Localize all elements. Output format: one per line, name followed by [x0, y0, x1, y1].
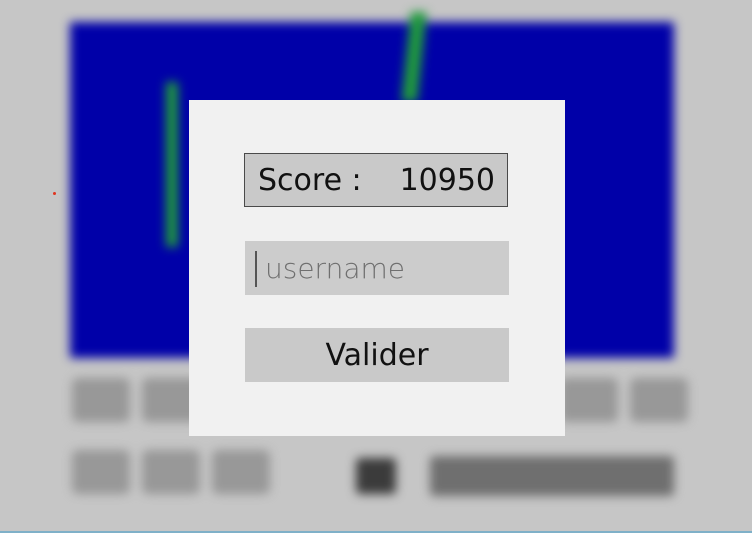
game-tile: [72, 378, 130, 422]
tile-row: [72, 450, 270, 494]
score-display: Score : 10950: [244, 153, 508, 207]
game-tile: [72, 450, 130, 494]
score-value: 10950: [399, 162, 495, 198]
red-dot: [53, 192, 56, 195]
game-tile: [142, 450, 200, 494]
green-beam: [401, 12, 427, 102]
game-tile: [560, 378, 618, 422]
game-tile: [212, 450, 270, 494]
username-input[interactable]: [245, 241, 509, 295]
game-tile: [630, 378, 688, 422]
validate-button[interactable]: Valider: [245, 328, 509, 382]
green-beam: [166, 82, 178, 247]
score-label: Score :: [258, 162, 362, 198]
text-caret: [255, 251, 257, 287]
score-dialog: Score : 10950 Valider: [189, 100, 565, 436]
tile-row: [560, 378, 688, 422]
background-score-panel: [430, 456, 674, 496]
background-button: [356, 458, 396, 494]
